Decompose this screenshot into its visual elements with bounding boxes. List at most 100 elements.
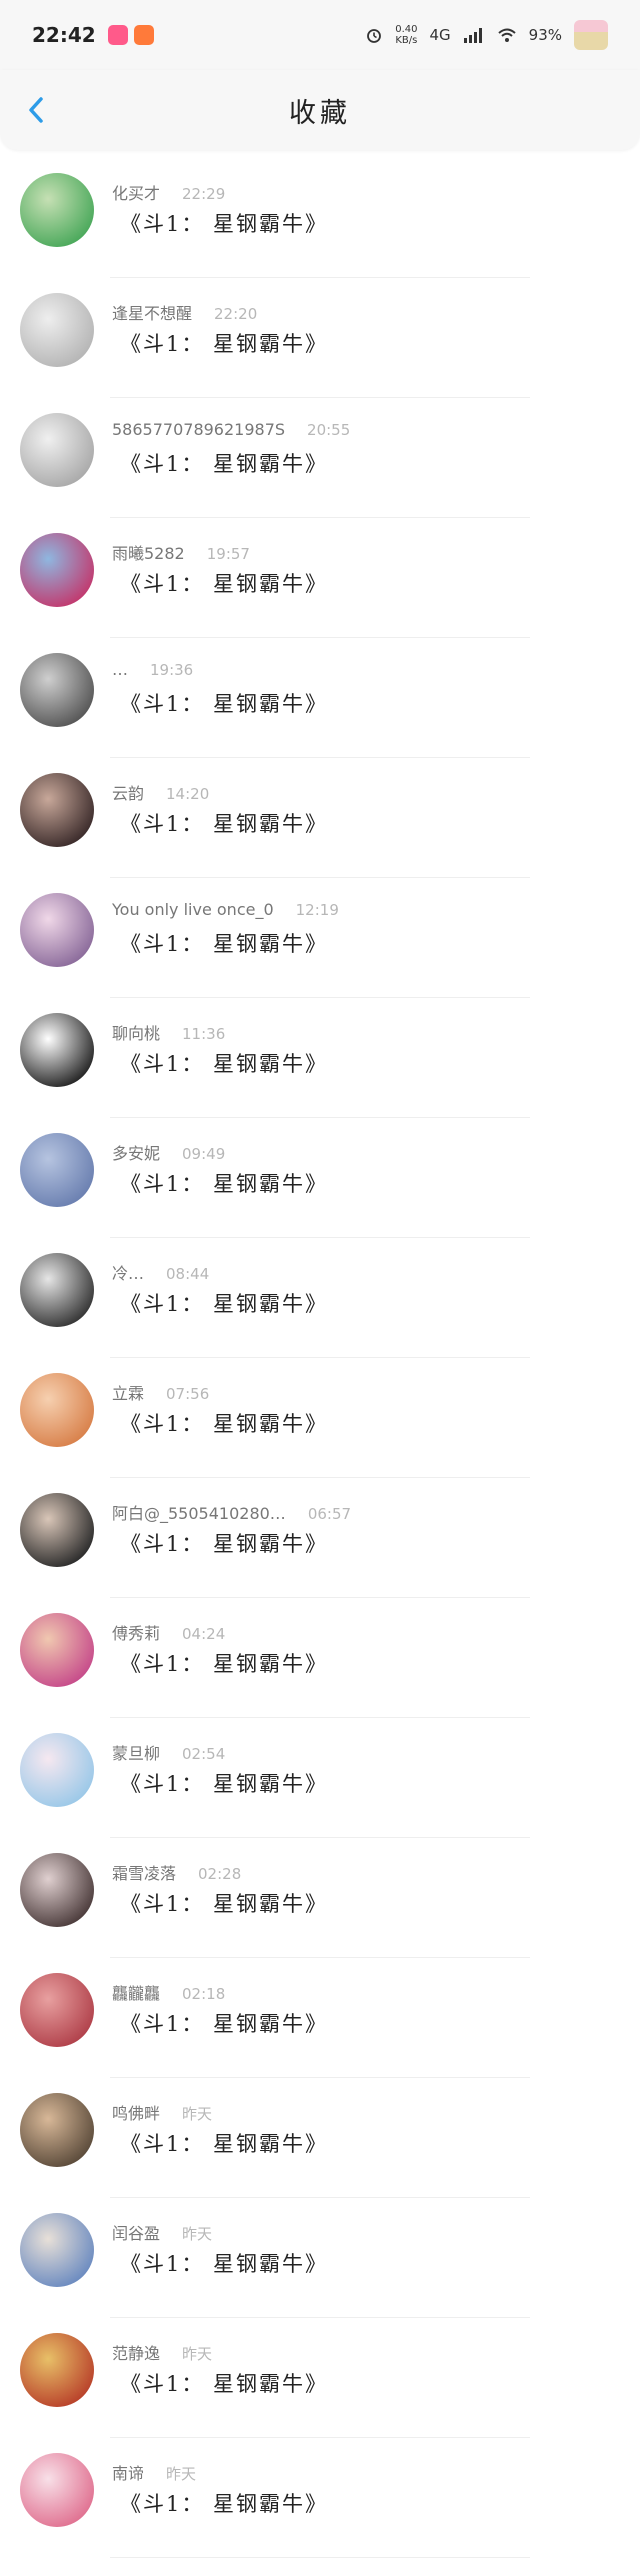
item-meta: 化买才 22:29 — [112, 180, 225, 204]
avatar[interactable] — [20, 2333, 94, 2407]
user-name[interactable]: 蒙旦柳 — [112, 1740, 160, 1764]
alarm-icon — [367, 29, 382, 43]
favorite-title[interactable]: 《斗1： 星钢霸牛》 — [120, 328, 328, 358]
avatar[interactable] — [20, 1973, 94, 2047]
user-name[interactable]: 多安妮 — [112, 1140, 160, 1164]
favorite-title[interactable]: 《斗1： 星钢霸牛》 — [120, 928, 328, 958]
battery-icon — [574, 20, 608, 50]
avatar[interactable] — [20, 2093, 94, 2167]
avatar[interactable] — [20, 1733, 94, 1807]
avatar[interactable] — [20, 1013, 94, 1087]
avatar[interactable] — [20, 2213, 94, 2287]
user-name[interactable]: 化买才 — [112, 180, 160, 204]
favorite-title[interactable]: 《斗1： 星钢霸牛》 — [120, 568, 328, 598]
list-item[interactable]: 霜雪凌落 02:28 《斗1： 星钢霸牛》 — [0, 1838, 640, 1958]
user-name[interactable]: 鸣佛畔 — [112, 2100, 160, 2124]
item-meta: 闰谷盈 昨天 — [112, 2220, 212, 2244]
favorite-title[interactable]: 《斗1： 星钢霸牛》 — [120, 1648, 328, 1678]
avatar[interactable] — [20, 653, 94, 727]
item-meta: You only live once_0 12:19 — [112, 900, 339, 919]
user-name[interactable]: 范静逸 — [112, 2340, 160, 2364]
avatar[interactable] — [20, 173, 94, 247]
list-item[interactable]: 化买才 22:29 《斗1： 星钢霸牛》 — [0, 158, 640, 278]
user-name[interactable]: … — [112, 660, 128, 679]
user-name[interactable]: You only live once_0 — [112, 900, 274, 919]
list-item[interactable]: 逢星不想醒 22:20 《斗1： 星钢霸牛》 — [0, 278, 640, 398]
list-item[interactable]: 范静逸 昨天《斗1： 星钢霸牛》 — [0, 2318, 640, 2438]
favorite-title[interactable]: 《斗1： 星钢霸牛》 — [120, 688, 328, 718]
favorite-title[interactable]: 《斗1： 星钢霸牛》 — [120, 2368, 328, 2398]
favorite-title[interactable]: 《斗1： 星钢霸牛》 — [120, 2008, 328, 2038]
timestamp: 04:24 — [182, 1625, 226, 1643]
user-name[interactable]: 霜雪凌落 — [112, 1860, 176, 1884]
list-item[interactable]: 立霖 07:56 《斗1： 星钢霸牛》 — [0, 1358, 640, 1478]
list-item[interactable]: 鸣佛畔 昨天《斗1： 星钢霸牛》 — [0, 2078, 640, 2198]
user-name[interactable]: 冷… — [112, 1260, 144, 1284]
back-button[interactable] — [14, 88, 58, 132]
list-item[interactable]: 多安妮 09:49 《斗1： 星钢霸牛》 — [0, 1118, 640, 1238]
net-speed: 0.40 KB/s — [395, 24, 417, 46]
user-name[interactable]: 龘龖龘 — [112, 1980, 160, 2004]
avatar[interactable] — [20, 893, 94, 967]
item-meta: 多安妮 09:49 — [112, 1140, 225, 1164]
list-item[interactable]: 5865770789621987S 20:55 《斗1： 星钢霸牛》 — [0, 398, 640, 518]
list-item[interactable]: … 19:36 《斗1： 星钢霸牛》 — [0, 638, 640, 758]
list-item[interactable]: 南谛 昨天《斗1： 星钢霸牛》 — [0, 2438, 640, 2558]
list-item[interactable]: 冷… 08:44 《斗1： 星钢霸牛》 — [0, 1238, 640, 1358]
user-name[interactable]: 逢星不想醒 — [112, 300, 192, 324]
list-item[interactable]: You only live once_0 12:19 《斗1： 星钢霸牛》 — [0, 878, 640, 998]
page-title: 收藏 — [289, 97, 351, 129]
avatar[interactable] — [20, 1493, 94, 1567]
favorite-title[interactable]: 《斗1： 星钢霸牛》 — [120, 2488, 328, 2518]
timestamp: 20:55 — [307, 421, 351, 439]
favorite-title[interactable]: 《斗1： 星钢霸牛》 — [120, 1768, 328, 1798]
favorite-title[interactable]: 《斗1： 星钢霸牛》 — [120, 1528, 328, 1558]
avatar[interactable] — [20, 2453, 94, 2527]
list-item[interactable]: 闰谷盈 昨天《斗1： 星钢霸牛》 — [0, 2198, 640, 2318]
favorite-title[interactable]: 《斗1： 星钢霸牛》 — [120, 208, 328, 238]
user-name[interactable]: 雨曦5282 — [112, 540, 185, 564]
avatar[interactable] — [20, 533, 94, 607]
avatar[interactable] — [20, 1133, 94, 1207]
favorite-title[interactable]: 《斗1： 星钢霸牛》 — [120, 2248, 328, 2278]
favorite-title[interactable]: 《斗1： 星钢霸牛》 — [120, 1168, 328, 1198]
avatar[interactable] — [20, 773, 94, 847]
list-item[interactable]: 雨曦5282 19:57 《斗1： 星钢霸牛》 — [0, 518, 640, 638]
item-meta: … 19:36 — [112, 660, 193, 679]
avatar[interactable] — [20, 413, 94, 487]
user-name[interactable]: 立霖 — [112, 1380, 144, 1404]
list-item[interactable]: 云韵 14:20 《斗1： 星钢霸牛》 — [0, 758, 640, 878]
user-name[interactable]: 阿白@_5505410280… — [112, 1500, 286, 1524]
list-item[interactable]: 龘龖龘 02:18 《斗1： 星钢霸牛》 — [0, 1958, 640, 2078]
favorite-title[interactable]: 《斗1： 星钢霸牛》 — [120, 808, 328, 838]
user-name[interactable]: 云韵 — [112, 780, 144, 804]
favorite-title[interactable]: 《斗1： 星钢霸牛》 — [120, 448, 328, 478]
user-name[interactable]: 聊向桃 — [112, 1020, 160, 1044]
favorite-title[interactable]: 《斗1： 星钢霸牛》 — [120, 1408, 328, 1438]
user-name[interactable]: 南谛 — [112, 2460, 144, 2484]
item-meta: 范静逸 昨天 — [112, 2340, 212, 2364]
item-meta: 5865770789621987S 20:55 — [112, 420, 350, 439]
timestamp: 昨天 — [182, 2105, 213, 2123]
status-indicators: 0.40 KB/s 4G 93% — [365, 20, 608, 50]
list-item[interactable]: 聊向桃 11:36 《斗1： 星钢霸牛》 — [0, 998, 640, 1118]
favorite-title[interactable]: 《斗1： 星钢霸牛》 — [120, 1888, 328, 1918]
avatar[interactable] — [20, 1853, 94, 1927]
user-name[interactable]: 傅秀莉 — [112, 1620, 160, 1644]
avatar[interactable] — [20, 1373, 94, 1447]
list-item[interactable]: 蒙旦柳 02:54 《斗1： 星钢霸牛》 — [0, 1718, 640, 1838]
avatar[interactable] — [20, 1253, 94, 1327]
favorite-title[interactable]: 《斗1： 星钢霸牛》 — [120, 1048, 328, 1078]
favorite-title[interactable]: 《斗1： 星钢霸牛》 — [120, 1288, 328, 1318]
timestamp: 02:54 — [182, 1745, 226, 1763]
avatar[interactable] — [20, 1613, 94, 1687]
avatar[interactable] — [20, 293, 94, 367]
signal-icon — [463, 28, 482, 43]
item-meta: 南谛 昨天 — [112, 2460, 196, 2484]
item-meta: 聊向桃 11:36 — [112, 1020, 225, 1044]
list-item[interactable]: 阿白@_5505410280… 06:57 《斗1： 星钢霸牛》 — [0, 1478, 640, 1598]
list-item[interactable]: 傅秀莉 04:24 《斗1： 星钢霸牛》 — [0, 1598, 640, 1718]
favorite-title[interactable]: 《斗1： 星钢霸牛》 — [120, 2128, 328, 2158]
user-name[interactable]: 5865770789621987S — [112, 420, 285, 439]
user-name[interactable]: 闰谷盈 — [112, 2220, 160, 2244]
